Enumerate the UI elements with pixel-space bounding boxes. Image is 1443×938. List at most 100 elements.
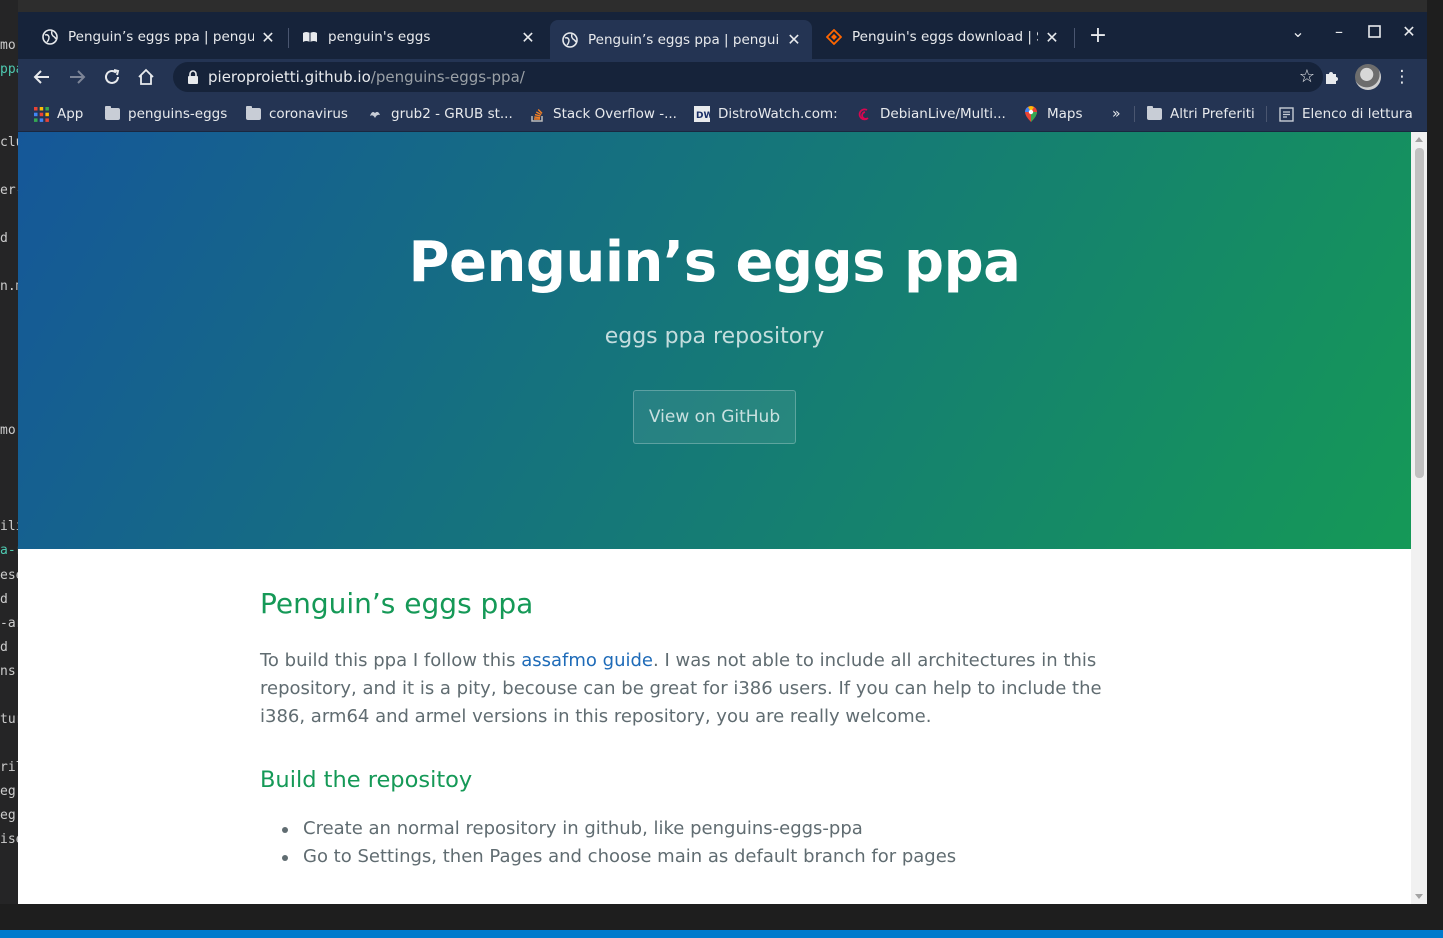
back-arrow-icon[interactable] [30, 65, 54, 89]
editor-fragment: ese [0, 568, 18, 583]
scroll-down-arrow-icon[interactable] [1415, 894, 1423, 899]
background-editor-strip: mo ppa clu er-c d n.m mo ilita a-r ese d… [0, 0, 18, 938]
bookmark-label: App [57, 106, 84, 122]
tab-penguins-eggs[interactable]: penguin's eggs ✕ [290, 22, 546, 52]
bookmark-debianlive[interactable]: DebianLive/Multi... [856, 104, 1006, 124]
bookmark-label: Elenco di lettura [1302, 106, 1413, 122]
list-item: Create an normal repository in github, l… [282, 815, 956, 843]
minimize-icon[interactable]: – [1327, 22, 1351, 41]
intro-paragraph: To build this ppa I follow this assafmo … [260, 647, 1150, 731]
new-tab-button[interactable]: + [1086, 24, 1110, 48]
tab-title: Penguin’s eggs ppa | penguins-eggs-ppa [588, 31, 780, 48]
url-path: /penguins-eggs-ppa/ [370, 68, 525, 86]
bookmarks-bar: App penguins-eggs coronavirus grub2 - GR… [18, 95, 1427, 132]
build-steps-list: Create an normal repository in github, l… [282, 815, 956, 871]
menu-kebab-icon[interactable]: ⋮ [1390, 65, 1414, 89]
tab-penguins-eggs-ppa-active[interactable]: Penguin’s eggs ppa | penguins-eggs-ppa ✕ [550, 20, 812, 59]
editor-fragment: ns. [0, 664, 18, 679]
bookmark-app[interactable]: App [33, 104, 83, 124]
bookmark-stack-overflow[interactable]: Stack Overflow -... [529, 104, 677, 124]
bookmark-distrowatch[interactable]: DW DistroWatch.com: [694, 104, 838, 124]
home-icon[interactable] [134, 65, 158, 89]
url-host: pieroproietti.github.io [208, 68, 371, 86]
svg-text:DW: DW [696, 111, 710, 121]
bookmarks-separator [1266, 106, 1267, 122]
bookmark-folder-altri-preferiti[interactable]: Altri Preferiti [1146, 104, 1255, 124]
scroll-up-arrow-icon[interactable] [1415, 137, 1423, 142]
gnu-icon [367, 106, 383, 122]
tab-close-icon[interactable]: ✕ [260, 28, 276, 47]
stack-overflow-icon [529, 106, 545, 122]
page-viewport: Penguin’s eggs ppa eggs ppa repository V… [18, 132, 1411, 904]
reload-icon[interactable] [100, 65, 124, 89]
project-name: Penguin’s eggs ppa [408, 230, 1021, 295]
bookmark-label: Altri Preferiti [1170, 106, 1255, 122]
editor-fragment: mo [0, 423, 16, 438]
editor-fragment: d [0, 592, 8, 607]
project-tagline: eggs ppa repository [604, 324, 825, 349]
tab-close-icon[interactable]: ✕ [786, 30, 802, 49]
extensions-puzzle-icon[interactable] [1320, 65, 1344, 89]
bookmark-label: Stack Overflow -... [553, 106, 677, 122]
reading-list-icon [1278, 106, 1294, 122]
editor-fragment: eg [0, 784, 16, 799]
folder-icon [245, 106, 261, 122]
page-scrollbar[interactable] [1411, 132, 1427, 904]
debian-swirl-icon [856, 106, 872, 122]
tab-separator [1074, 28, 1075, 48]
background-desktop-bottom [0, 904, 1443, 930]
content-heading: Penguin’s eggs ppa [260, 587, 534, 620]
bookmark-label: Maps [1047, 106, 1083, 122]
browser-toolbar: pieroproietti.github.io/penguins-eggs-pp… [18, 59, 1427, 95]
editor-fragment: ise [0, 832, 18, 847]
bookmark-folder-penguins-eggs[interactable]: penguins-eggs [104, 104, 227, 124]
book-icon [302, 29, 318, 45]
view-on-github-button[interactable]: View on GitHub [633, 390, 796, 444]
bookmark-label: DistroWatch.com: [718, 106, 838, 122]
close-window-icon[interactable]: ✕ [1397, 22, 1421, 41]
editor-fragment: -ar [0, 616, 18, 631]
tab-sourceforge-download[interactable]: Penguin's eggs download | SourceForge.ne… [814, 22, 1070, 52]
bookmark-maps[interactable]: Maps [1023, 104, 1083, 124]
globe-icon [562, 31, 578, 48]
profile-avatar[interactable] [1355, 64, 1381, 90]
url-text: pieroproietti.github.io/penguins-eggs-pp… [208, 68, 525, 86]
folder-icon [1146, 106, 1162, 122]
intro-text-start: To build this ppa I follow this [260, 650, 522, 671]
background-desktop-right [1427, 0, 1443, 904]
maximize-icon[interactable] [1362, 23, 1386, 42]
editor-fragment: a-r [0, 543, 18, 558]
page-header: Penguin’s eggs ppa eggs ppa repository V… [18, 132, 1411, 549]
bookmark-label: penguins-eggs [128, 106, 228, 122]
reading-list-button[interactable]: Elenco di lettura [1278, 104, 1413, 124]
tab-penguins-eggs-ppa-1[interactable]: Penguin’s eggs ppa | penguins-eggs-ppa ✕ [30, 22, 286, 52]
tab-close-icon[interactable]: ✕ [1044, 28, 1060, 47]
folder-icon [104, 106, 120, 122]
editor-fragment: d [0, 231, 8, 246]
bookmark-folder-coronavirus[interactable]: coronavirus [245, 104, 348, 124]
editor-fragment: eg [0, 808, 16, 823]
editor-fragment: er-c [0, 183, 18, 198]
tab-close-icon[interactable]: ✕ [520, 28, 536, 47]
lock-icon [187, 69, 199, 84]
editor-fragment: ilita [0, 519, 18, 534]
background-editor-statusbar [0, 930, 1443, 938]
editor-fragment: n.m [0, 279, 18, 294]
tab-search-chevron-down-icon[interactable]: ⌄ [1286, 22, 1310, 41]
assafmo-guide-link[interactable]: assafmo guide [521, 650, 653, 671]
tab-separator [288, 28, 289, 48]
background-window-top [0, 0, 1443, 12]
list-item: Go to Settings, then Pages and choose ma… [282, 843, 956, 871]
bookmark-label: coronavirus [269, 106, 348, 122]
tab-strip: Penguin’s eggs ppa | penguins-eggs-ppa ✕… [18, 12, 1427, 59]
scrollbar-thumb[interactable] [1415, 148, 1424, 478]
globe-icon [42, 29, 58, 45]
forward-arrow-icon[interactable] [65, 65, 89, 89]
editor-fragment: rilla [0, 760, 18, 775]
bookmarks-overflow-button[interactable]: » [1112, 104, 1121, 124]
bookmark-star-icon[interactable]: ☆ [1299, 66, 1315, 87]
bookmark-grub2[interactable]: grub2 - GRUB st... [367, 104, 513, 124]
editor-fragment: ppa [0, 62, 18, 77]
tab-title: Penguin’s eggs ppa | penguins-eggs-ppa [68, 29, 254, 45]
address-bar[interactable]: pieroproietti.github.io/penguins-eggs-pp… [173, 62, 1323, 92]
